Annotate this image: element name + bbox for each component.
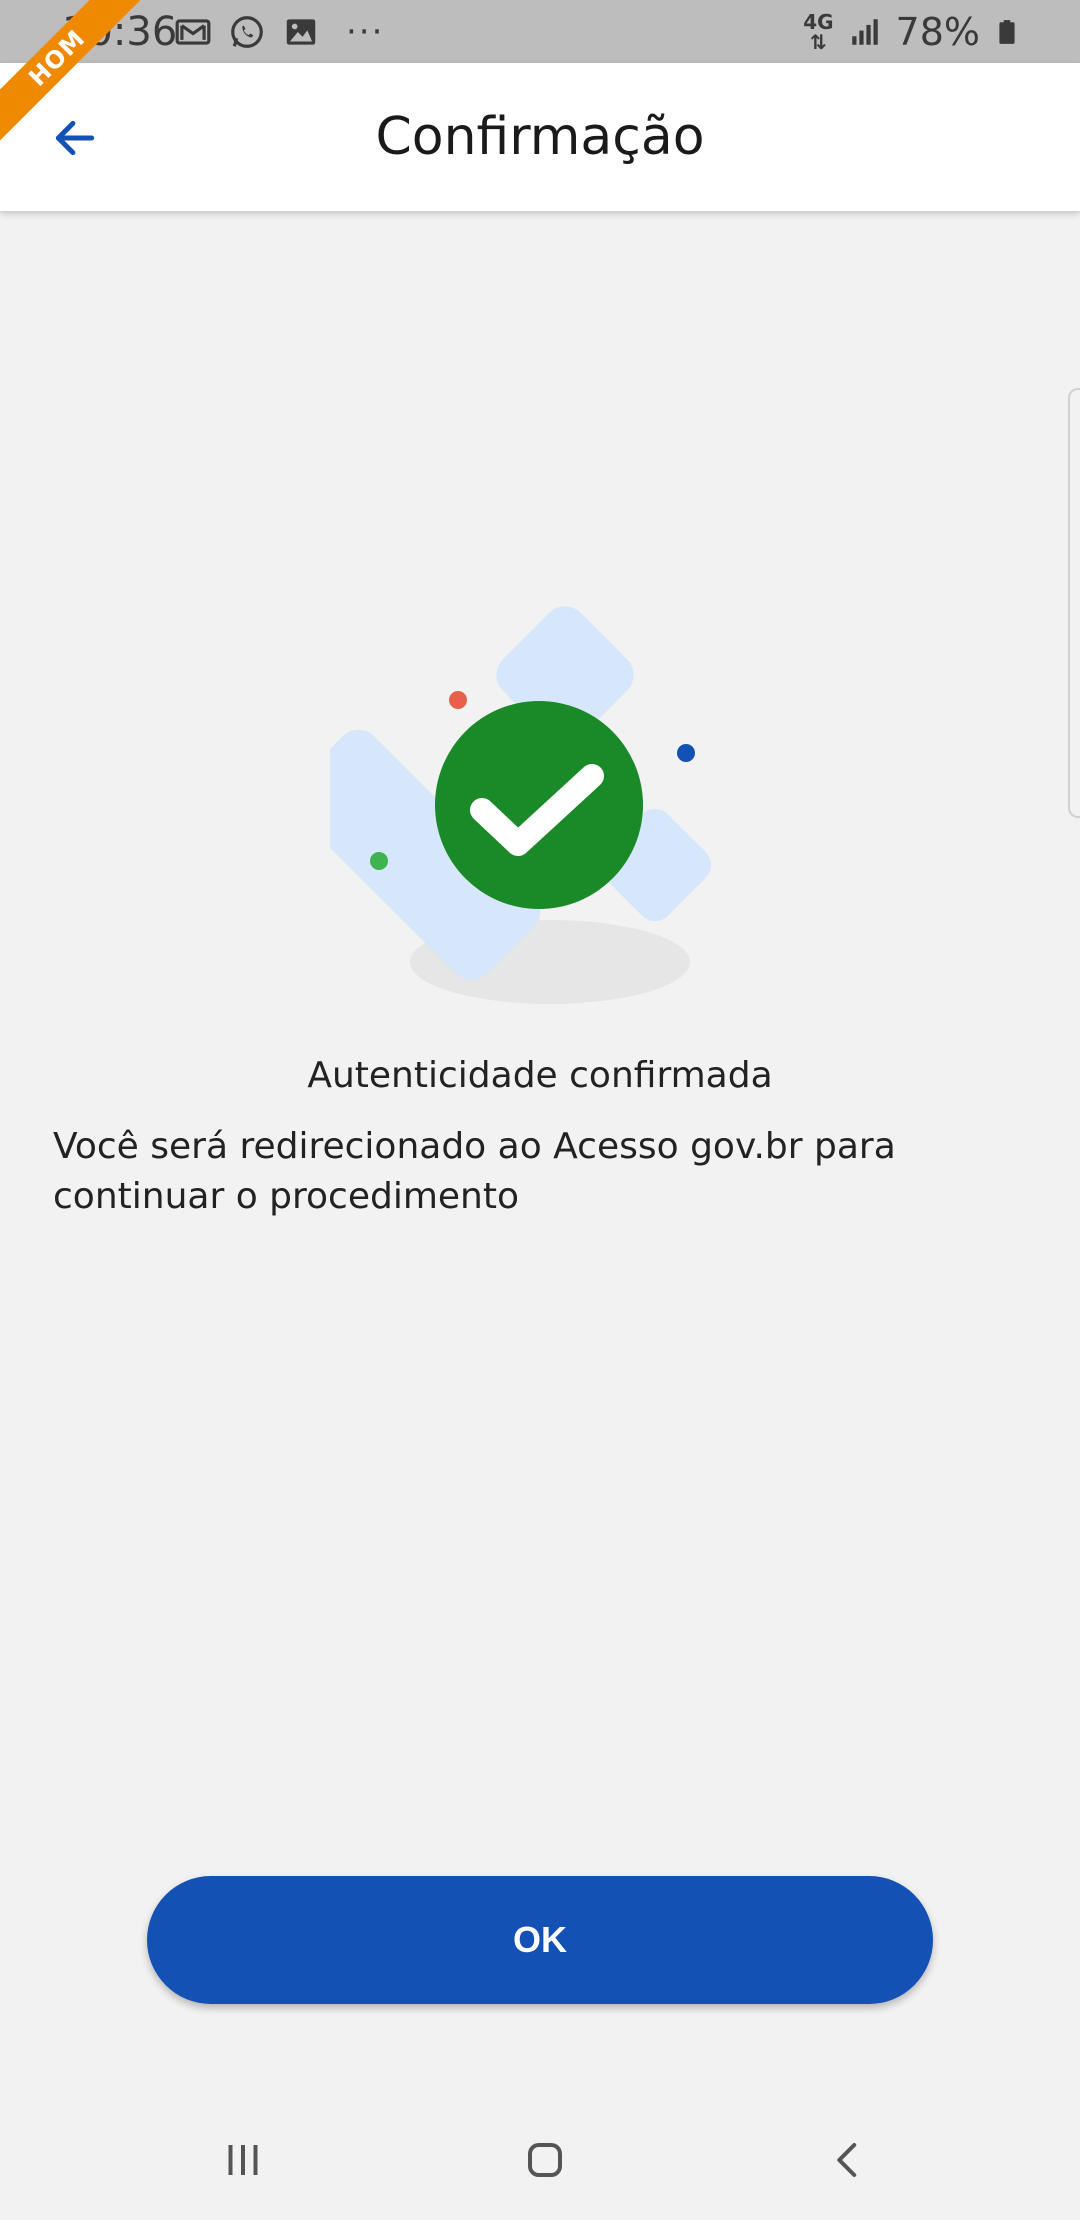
- app-bar: Confirmação: [0, 63, 1080, 211]
- gallery-icon: [286, 19, 316, 45]
- redirect-message: Você será redirecionado ao Acesso gov.br…: [53, 1126, 896, 1217]
- confirmation-heading: Autenticidade confirmada: [307, 1055, 773, 1096]
- page-title: Confirmação: [375, 107, 705, 167]
- whatsapp-icon: [231, 16, 263, 48]
- status-bar: 10:36 ··· 4G ⇅ 78%: [0, 0, 1080, 63]
- recent-apps-icon: [228, 2145, 258, 2175]
- gmail-icon: [175, 19, 211, 45]
- system-nav-bar: [0, 2100, 1080, 2220]
- back-icon: [837, 2143, 857, 2177]
- home-icon: [528, 2143, 562, 2177]
- ok-button[interactable]: OK: [147, 1876, 933, 2004]
- success-illustration: [289, 600, 750, 1020]
- nav-home[interactable]: [505, 2130, 585, 2190]
- more-notifications: ···: [346, 12, 385, 52]
- nav-recent-apps[interactable]: [203, 2130, 283, 2190]
- check-circle-icon: [435, 701, 643, 909]
- notification-icons: ···: [174, 12, 384, 52]
- signal-icon: [851, 19, 878, 45]
- nav-back[interactable]: [808, 2130, 888, 2190]
- network-label: 4G: [803, 10, 834, 34]
- system-indicators: 4G ⇅ 78%: [803, 8, 1020, 56]
- status-time: 10:36: [62, 9, 178, 55]
- battery-percent: 78%: [895, 10, 980, 54]
- network-type-icon: 4G ⇅: [803, 10, 834, 54]
- battery-icon: [999, 20, 1015, 44]
- edge-panel-handle[interactable]: [1068, 388, 1080, 818]
